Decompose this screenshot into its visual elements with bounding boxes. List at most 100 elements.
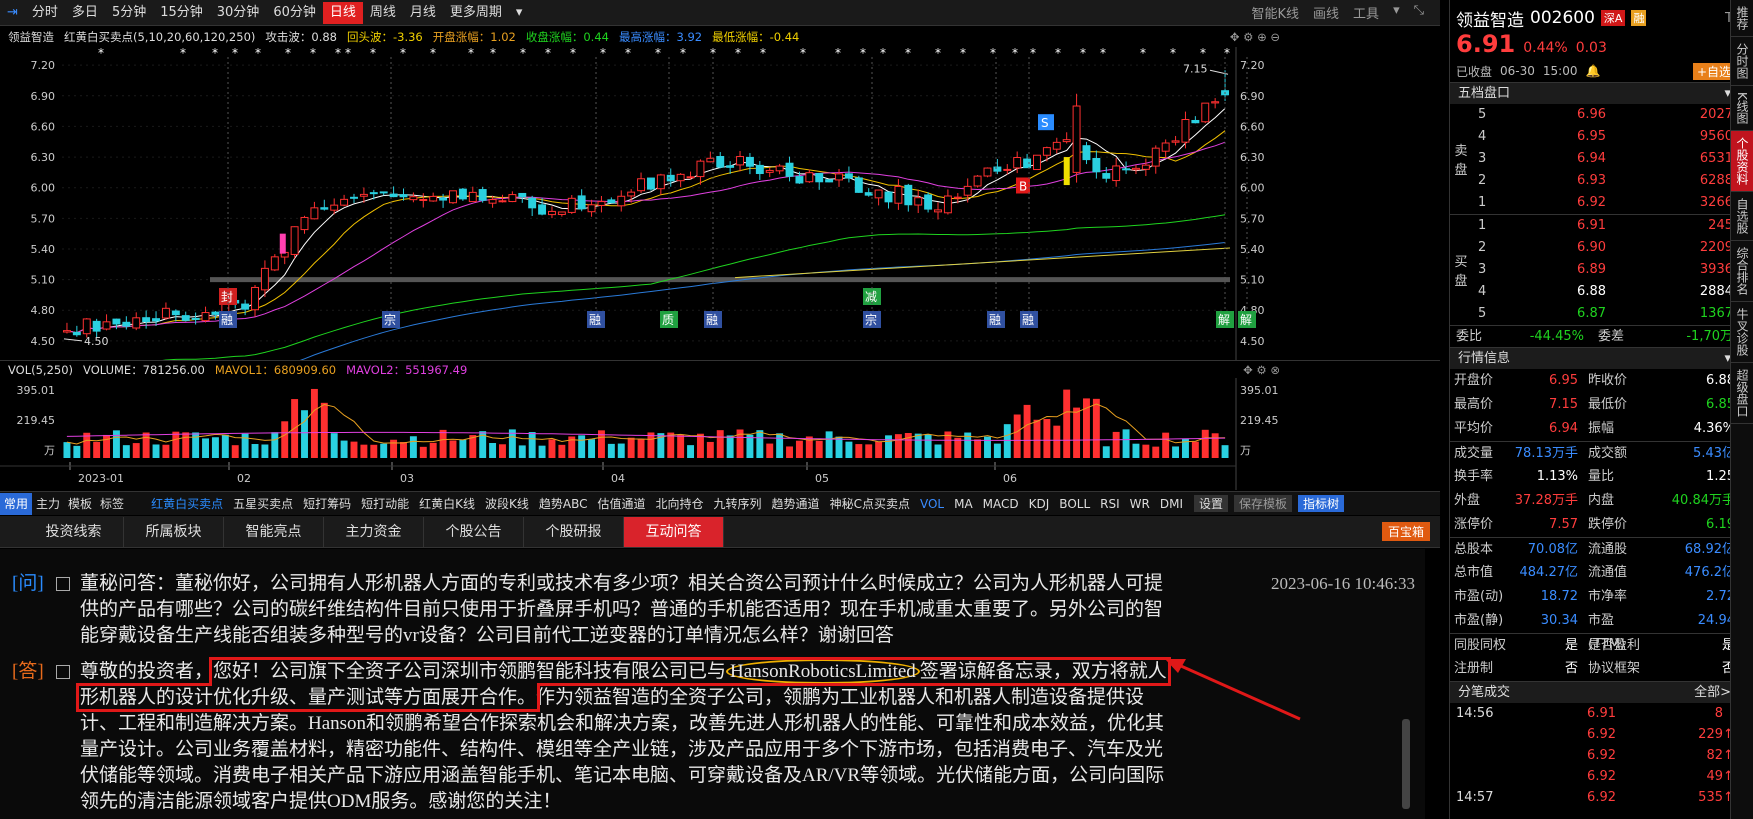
market-value: 24.94 bbox=[1697, 613, 1735, 628]
indicator-tab-7[interactable]: 估值通道 bbox=[593, 495, 651, 512]
indicator-tab-13[interactable]: MA bbox=[949, 497, 978, 511]
period-tab-8[interactable]: 月线 bbox=[403, 2, 443, 24]
info-tab-6[interactable]: 互动问答 bbox=[624, 516, 724, 547]
svg-text:B: B bbox=[1019, 179, 1027, 193]
signal-badge[interactable]: 质 bbox=[660, 311, 678, 328]
info-tab-0[interactable]: 投资线索 bbox=[24, 516, 124, 547]
market-value: 6.88 bbox=[1706, 373, 1735, 388]
trades-all-link[interactable]: 全部> bbox=[1694, 682, 1731, 703]
candle bbox=[191, 317, 200, 320]
indicator-tab-1[interactable]: 五星买卖点 bbox=[228, 495, 298, 512]
signal-badge[interactable]: 融 bbox=[587, 311, 605, 328]
volume-bar bbox=[766, 443, 774, 458]
indicator-group-tab-0[interactable]: 常用 bbox=[0, 492, 33, 515]
chart-controls-icons[interactable]: ✥ ⚙ ⊕ ⊖ bbox=[1230, 30, 1280, 44]
signal-badge-label: 减 bbox=[865, 290, 877, 304]
indicator-tab-5[interactable]: 波段K线 bbox=[480, 495, 534, 512]
period-tab-0[interactable]: 分时 bbox=[25, 2, 65, 24]
trade-row: 6.92 49 ↑ bbox=[1450, 766, 1739, 787]
period-tab-3[interactable]: 15分钟 bbox=[153, 2, 210, 24]
signal-badge[interactable]: 融 bbox=[987, 311, 1005, 328]
indicator-tab-14[interactable]: MACD bbox=[978, 497, 1024, 511]
buy-price: 6.90 bbox=[1577, 240, 1606, 255]
close-panel-icon[interactable]: ⤡ bbox=[1414, 3, 1424, 22]
indicator-tab-16[interactable]: BOLL bbox=[1054, 497, 1095, 511]
indicator-tab-17[interactable]: RSI bbox=[1095, 497, 1125, 511]
volume-chart[interactable]: 395.01 395.01 219.45 219.45 万 万 2023-01 02 03 04 0… bbox=[0, 378, 1440, 490]
copy-answer-icon[interactable] bbox=[56, 665, 70, 679]
vol-tick-left: 219.45 bbox=[17, 414, 56, 427]
sidebar-tab-4[interactable]: 自选股 bbox=[1731, 192, 1753, 241]
indicator-group-tab-1[interactable]: 主力 bbox=[32, 493, 64, 515]
indicator-tab-11[interactable]: 神秘C点买卖点 bbox=[825, 495, 915, 512]
sidebar-tab-0[interactable]: 推荐 bbox=[1731, 0, 1753, 37]
volume-bar bbox=[172, 431, 180, 458]
tools-button[interactable]: 工具 bbox=[1353, 3, 1379, 22]
market-value: 37.28万手 bbox=[1514, 493, 1578, 508]
indicator-tab-12[interactable]: VOL bbox=[915, 497, 949, 511]
indicator-tab-19[interactable]: DMI bbox=[1155, 497, 1188, 511]
signal-badge[interactable]: 融 bbox=[219, 311, 237, 328]
info-tab-4[interactable]: 个股公告 bbox=[424, 516, 524, 547]
signal-badge[interactable]: 解 bbox=[1238, 311, 1256, 328]
signal-badge[interactable]: 宗 bbox=[863, 311, 881, 328]
period-tab-9[interactable]: 更多周期 bbox=[443, 2, 509, 24]
qa-scrollbar[interactable] bbox=[1402, 719, 1410, 809]
indicator-tab-6[interactable]: 趋势ABC bbox=[534, 495, 593, 512]
info-tab-3[interactable]: 主力资金 bbox=[324, 516, 424, 547]
signal-badge[interactable]: 宗 bbox=[382, 311, 400, 328]
indicator-tab-9[interactable]: 九转序列 bbox=[709, 495, 767, 512]
indicator-group-tab-3[interactable]: 标签 bbox=[96, 493, 128, 515]
signal-badge-label: 融 bbox=[989, 313, 1001, 327]
period-tab-2[interactable]: 5分钟 bbox=[105, 2, 153, 24]
period-tab-5[interactable]: 60分钟 bbox=[266, 2, 323, 24]
draw-line-button[interactable]: 画线 bbox=[1313, 3, 1339, 22]
indicator-tree-button[interactable]: 指标树 bbox=[1298, 495, 1345, 512]
smart-kline-button[interactable]: 智能K线 bbox=[1252, 3, 1300, 22]
sidebar-tab-7[interactable]: 超级盘口 bbox=[1731, 363, 1753, 424]
indicator-tab-0[interactable]: 红黄白买卖点 bbox=[146, 495, 228, 512]
indicator-tab-10[interactable]: 趋势通道 bbox=[767, 495, 825, 512]
period-tab-1[interactable]: 多日 bbox=[65, 2, 105, 24]
indicator-ma-label[interactable]: 红黄白买卖点(5,10,20,60,120,250) bbox=[64, 29, 255, 45]
save-template-button[interactable]: 保存模板 bbox=[1234, 495, 1293, 512]
indicator-tab-3[interactable]: 短打动能 bbox=[356, 495, 414, 512]
candle bbox=[1042, 147, 1051, 156]
indicator-tab-18[interactable]: WR bbox=[1125, 497, 1155, 511]
info-tab-5[interactable]: 个股研报 bbox=[524, 516, 624, 547]
indicator-value-0: 攻击波：0.88 bbox=[265, 30, 337, 44]
info-tab-2[interactable]: 智能亮点 bbox=[224, 516, 324, 547]
indicator-tab-8[interactable]: 北向持仓 bbox=[651, 495, 709, 512]
sidebar-tab-3[interactable]: 个股资料 bbox=[1731, 130, 1753, 192]
candle bbox=[1211, 101, 1220, 104]
indicator-tab-15[interactable]: KDJ bbox=[1024, 497, 1055, 511]
bell-icon[interactable]: 🔔 bbox=[1585, 64, 1600, 78]
toolbar-menu-icon[interactable]: ⇥ bbox=[0, 2, 25, 24]
period-tab-6[interactable]: 日线 bbox=[322, 1, 363, 24]
sidebar-tab-2[interactable]: K线图 bbox=[1731, 86, 1753, 131]
vol-controls-icons[interactable]: ✥ ⚙ ⊗ bbox=[1243, 363, 1280, 377]
indicator-settings-button[interactable]: 设置 bbox=[1193, 495, 1228, 512]
candlestick-chart[interactable]: 7.20 7.20 6.90 6.90 6.60 6.60 6.30 6.30 6.00 6.00… bbox=[0, 47, 1440, 360]
sidebar-tab-5[interactable]: 综合排名 bbox=[1731, 241, 1753, 302]
indicator-tab-4[interactable]: 红黄白K线 bbox=[414, 495, 480, 512]
add-watchlist-button[interactable]: +自选 bbox=[1692, 62, 1735, 80]
signal-badge[interactable]: 融 bbox=[704, 311, 722, 328]
signal-star: * bbox=[735, 47, 741, 60]
sidebar-tab-6[interactable]: 牛叉诊股 bbox=[1731, 302, 1753, 363]
info-tab-1[interactable]: 所属板块 bbox=[124, 516, 224, 547]
volume-bar bbox=[815, 440, 823, 458]
treasure-box-button[interactable]: 百宝箱 bbox=[1381, 522, 1430, 541]
market-row: 成交量 78.13万手 成交额 5.43亿 bbox=[1450, 441, 1739, 465]
more-periods-chevron-icon[interactable]: ▾ bbox=[509, 2, 530, 24]
signal-badge[interactable]: 融 bbox=[1020, 311, 1038, 328]
signal-star: * bbox=[935, 47, 941, 60]
restore-icon[interactable]: ▾ bbox=[1393, 3, 1400, 22]
indicator-tab-2[interactable]: 短打筹码 bbox=[298, 495, 356, 512]
sidebar-tab-1[interactable]: 分时图 bbox=[1731, 37, 1753, 86]
indicator-group-tab-2[interactable]: 模板 bbox=[64, 493, 96, 515]
signal-badge[interactable]: 解 bbox=[1216, 311, 1234, 328]
copy-question-icon[interactable] bbox=[56, 577, 70, 591]
period-tab-7[interactable]: 周线 bbox=[363, 2, 403, 24]
period-tab-4[interactable]: 30分钟 bbox=[210, 2, 267, 24]
